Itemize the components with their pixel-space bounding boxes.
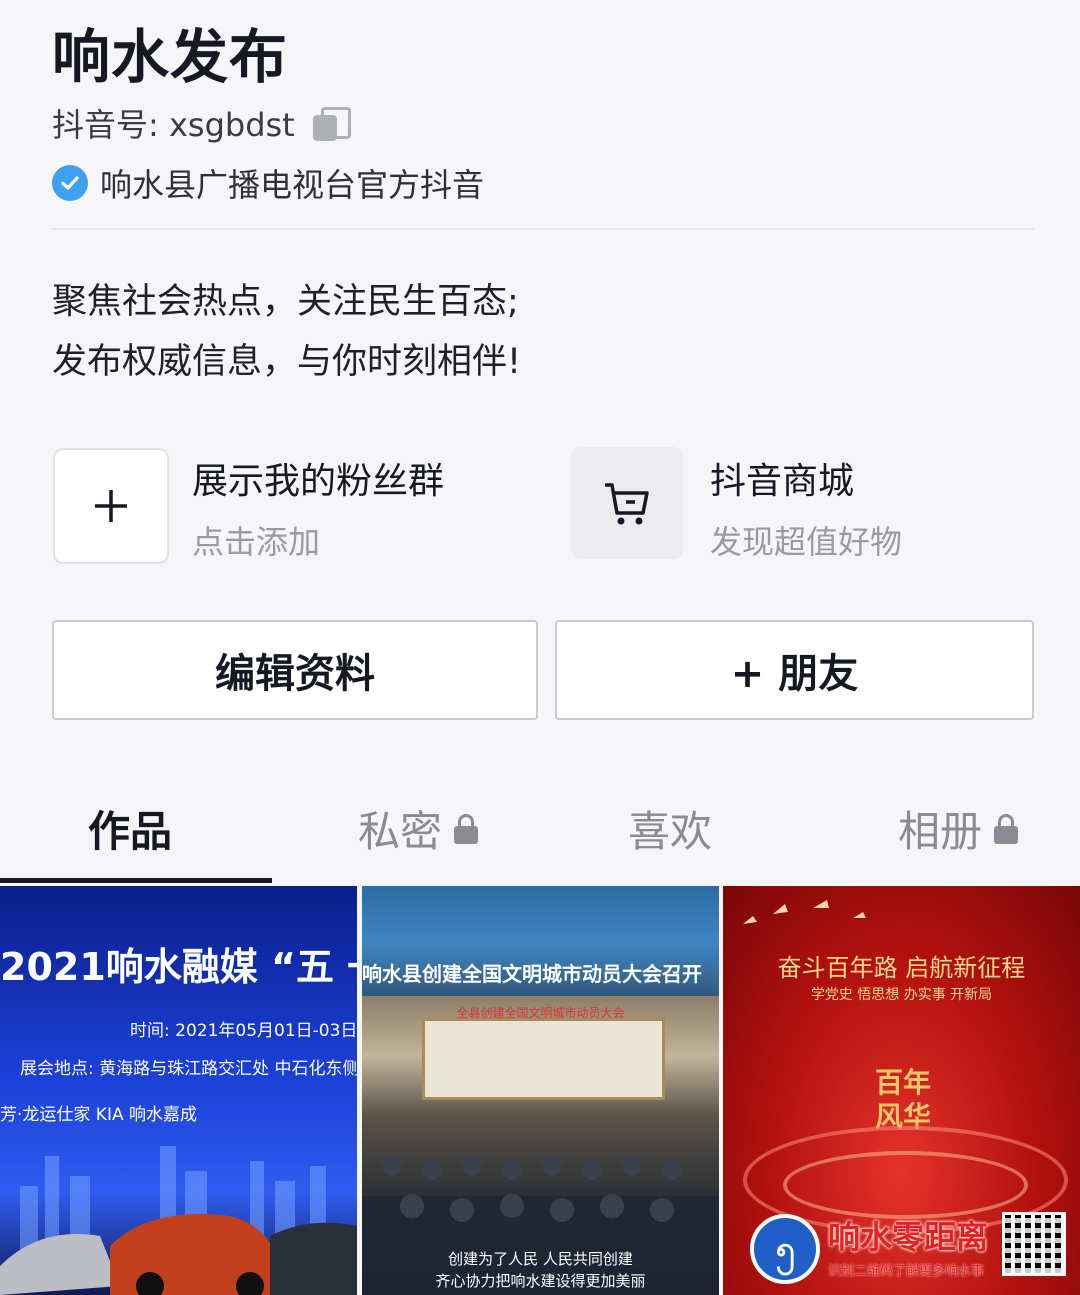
video-2-caption-1: 创建为了人民 人民共同创建 xyxy=(448,1250,633,1268)
video-thumbnail-2[interactable]: 响水县创建全国文明城市动员大会召开 全县创建全国文明城市动员大会 创建为了人民 … xyxy=(362,886,719,1295)
watermark-sub: 识别二维码了解更多响水事 xyxy=(828,1264,985,1279)
edit-profile-button[interactable]: 编辑资料 xyxy=(52,620,538,720)
tab-likes-label: 喜欢 xyxy=(628,807,713,856)
video-1-location: 展会地点: 黄海路与珠江路交汇处 中石化东侧 xyxy=(20,1059,357,1079)
video-3-title: 奋斗百年路 启航新征程 xyxy=(777,954,1026,982)
watermark: ၅ 响水零距离 识别二维码了解更多响水事 xyxy=(750,1210,1070,1290)
tab-likes[interactable]: 喜欢 xyxy=(628,798,712,859)
video-thumbnail-1[interactable]: 2021响水融媒 “五 一 时间: 2021年05月01日-03日 展会地点: … xyxy=(0,886,357,1295)
flying-doves-image xyxy=(743,900,866,924)
verified-row: 响水县广播电视台官方抖音 xyxy=(52,160,484,206)
bio-line-1: 聚焦社会热点，关注民生百态; xyxy=(52,282,519,322)
video-1-sponsors: 芳·龙运仕家 KIA 响水嘉成 xyxy=(0,1105,198,1125)
profile-name: 响水发布 xyxy=(52,23,289,91)
tab-private[interactable]: 私密 xyxy=(358,798,479,859)
lock-icon xyxy=(454,813,479,844)
city-skyline-image xyxy=(0,1146,357,1295)
verified-text: 响水县广播电视台官方抖音 xyxy=(100,166,485,204)
douyin-id: 抖音号: xsgbdst xyxy=(52,106,295,144)
audience-image xyxy=(382,1156,682,1222)
video-1-headline: 2021响水融媒 “五 一 xyxy=(0,945,357,989)
lock-icon xyxy=(994,813,1019,844)
fan-group-title: 展示我的粉丝群 xyxy=(192,461,445,502)
video-3-subtitle: 学党史 悟思想 办实事 开新局 xyxy=(810,987,993,1003)
tab-album[interactable]: 相册 xyxy=(898,798,1019,859)
mall-title: 抖音商城 xyxy=(710,461,855,502)
mall-subtitle: 发现超值好物 xyxy=(710,523,903,561)
plus-icon[interactable] xyxy=(53,448,169,564)
tab-private-label: 私密 xyxy=(358,807,443,856)
verified-badge-icon xyxy=(52,165,88,201)
tab-underline xyxy=(0,878,272,883)
douyin-id-row: 抖音号: xsgbdst xyxy=(52,100,351,146)
qr-code-icon xyxy=(1002,1212,1066,1276)
video-2-caption-2: 齐心协力把响水建设得更加美丽 xyxy=(435,1272,646,1290)
stage-ring xyxy=(783,1151,1028,1219)
copy-icon[interactable] xyxy=(312,105,351,141)
tab-works-label: 作品 xyxy=(88,807,173,856)
bio-line-2: 发布权威信息，与你时刻相伴! xyxy=(52,342,522,382)
bio: 聚焦社会热点，关注民生百态; 发布权威信息，与你时刻相伴! xyxy=(52,272,521,392)
fan-group-subtitle: 点击添加 xyxy=(192,523,321,561)
video-2-banner: 响水县创建全国文明城市动员大会召开 xyxy=(362,962,702,986)
stage-screen xyxy=(422,1018,665,1100)
add-friend-button[interactable]: + 朋友 xyxy=(555,620,1034,720)
divider xyxy=(52,228,1034,230)
watermark-name: 响水零距离 xyxy=(828,1218,989,1256)
tab-works[interactable]: 作品 xyxy=(88,798,172,859)
watermark-logo: ၅ xyxy=(750,1214,820,1284)
tab-album-label: 相册 xyxy=(898,807,983,856)
video-1-time: 时间: 2021年05月01日-03日 xyxy=(130,1021,357,1041)
cart-icon[interactable] xyxy=(571,447,683,559)
